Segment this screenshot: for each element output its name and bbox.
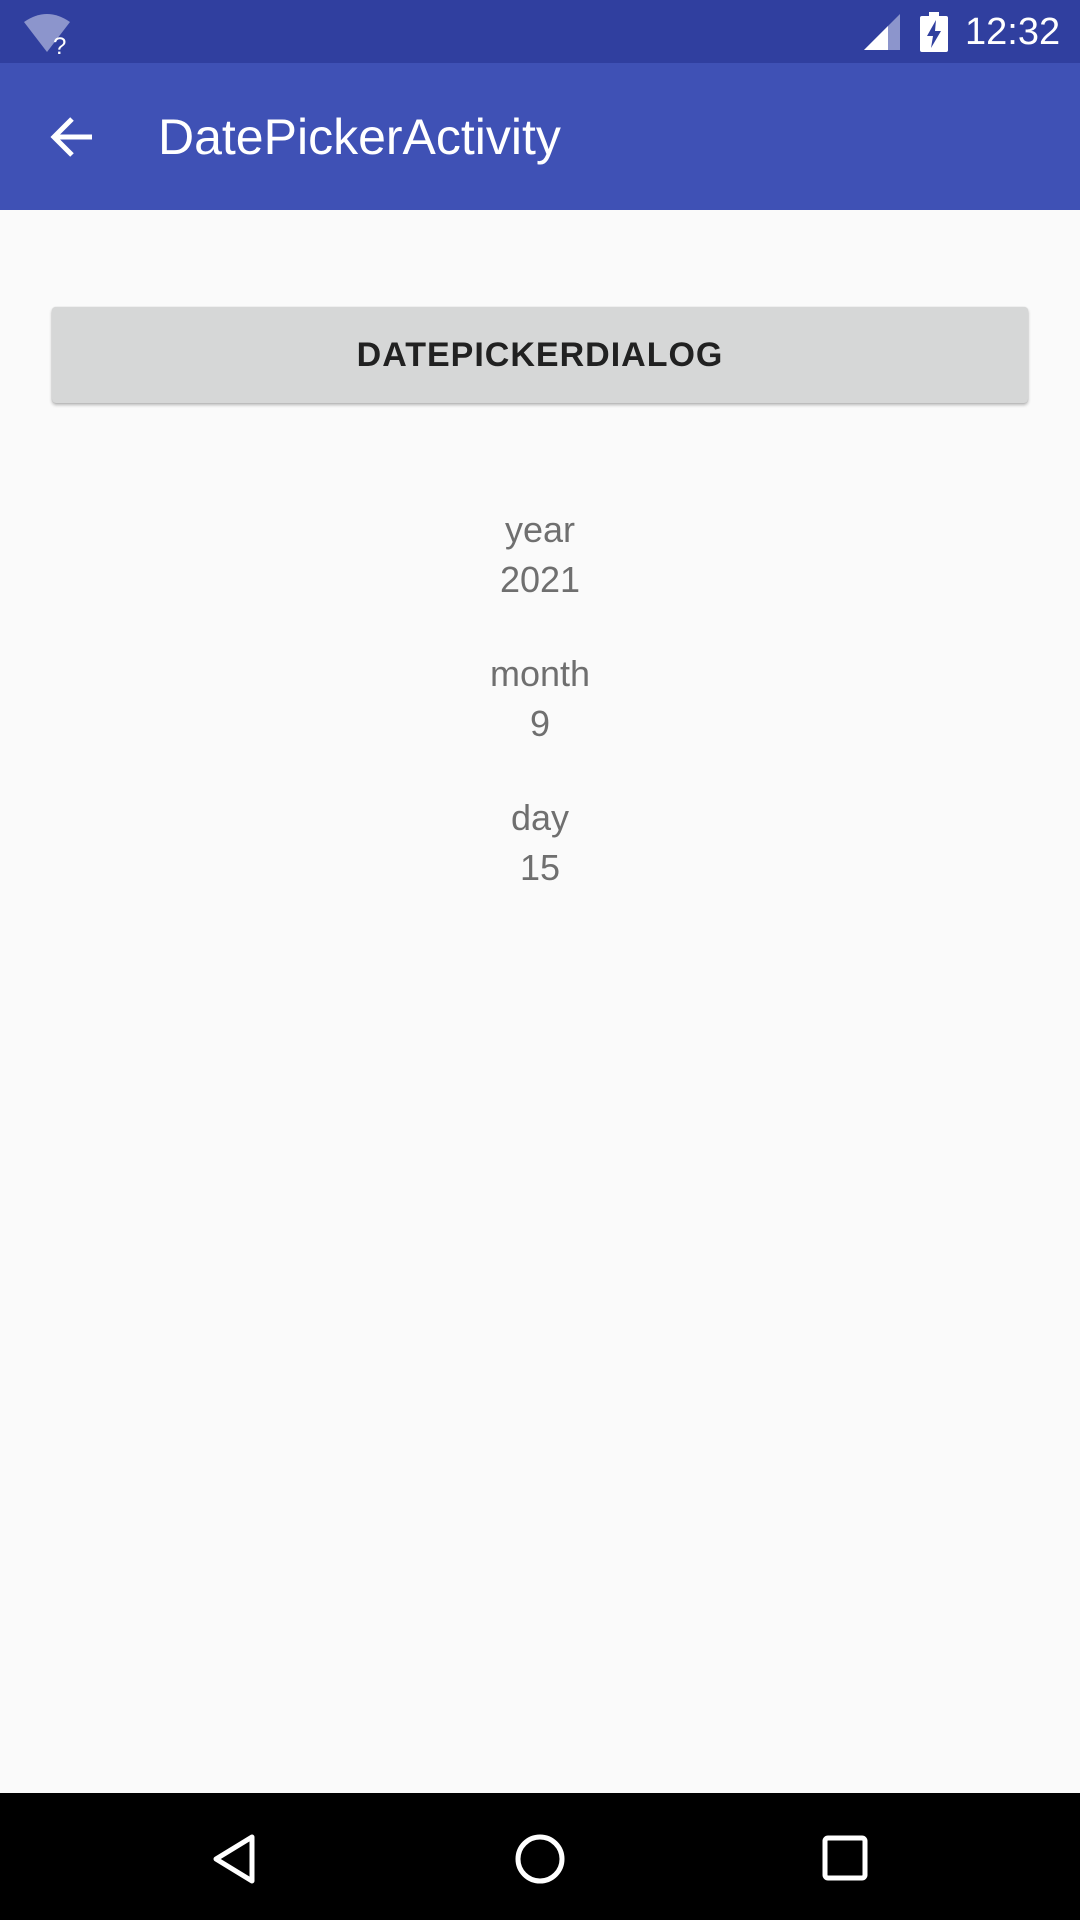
status-bar: ? 12:32	[0, 0, 1080, 63]
month-label: month	[489, 653, 591, 694]
day-value: 15	[519, 847, 561, 888]
nav-back-icon[interactable]	[210, 1833, 258, 1885]
month-value: 9	[529, 703, 551, 744]
status-clock: 12:32	[965, 11, 1061, 53]
cell-signal-icon	[864, 14, 900, 50]
main-content: DATEPICKERDIALOG year 2021 month 9 day 1…	[0, 210, 1080, 1793]
year-value: 2021	[499, 559, 581, 600]
year-label: year	[504, 509, 576, 550]
datepicker-dialog-button[interactable]: DATEPICKERDIALOG	[52, 307, 1028, 403]
page-title: DatePickerActivity	[158, 109, 561, 165]
day-label: day	[510, 797, 570, 838]
nav-home-icon[interactable]	[514, 1833, 566, 1885]
nav-recents-icon[interactable]	[822, 1835, 868, 1881]
arrow-back-icon[interactable]	[48, 113, 96, 161]
svg-text:?: ?	[53, 33, 66, 56]
app-bar: DatePickerActivity	[0, 63, 1080, 210]
wifi-unknown-icon: ?	[24, 14, 70, 56]
navigation-bar	[0, 1793, 1080, 1920]
battery-charging-icon	[920, 12, 948, 52]
